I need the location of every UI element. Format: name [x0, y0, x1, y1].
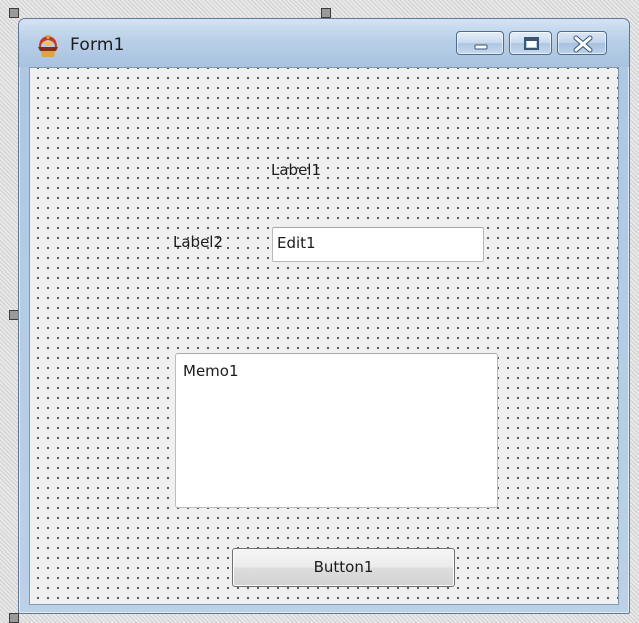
delphi-helmet-icon — [35, 33, 61, 59]
minimize-button[interactable] — [456, 31, 504, 55]
button1[interactable]: Button1 — [232, 548, 455, 587]
memo1-text: Memo1 — [183, 362, 239, 380]
resize-handle-bottom-left[interactable] — [9, 613, 19, 623]
minimize-icon — [474, 44, 488, 50]
resize-handle-top-left[interactable] — [9, 8, 19, 18]
edit1-field[interactable]: Edit1 — [272, 227, 484, 262]
title-bar[interactable]: Form1 — [19, 19, 629, 67]
label1[interactable]: Label1 — [271, 161, 321, 179]
memo1-textarea[interactable]: Memo1 — [175, 353, 498, 508]
maximize-icon — [524, 37, 539, 50]
resize-handle-top-middle[interactable] — [321, 8, 331, 18]
label2[interactable]: Label2 — [173, 233, 223, 251]
close-button[interactable] — [557, 31, 607, 55]
form-window[interactable]: Form1 Label1 Label2 Edit1 Memo1 Button1 — [18, 18, 630, 614]
maximize-button[interactable] — [509, 31, 552, 55]
form-client-area[interactable]: Label1 Label2 Edit1 Memo1 Button1 — [29, 67, 619, 605]
close-icon — [573, 35, 593, 53]
window-title: Form1 — [70, 35, 125, 55]
